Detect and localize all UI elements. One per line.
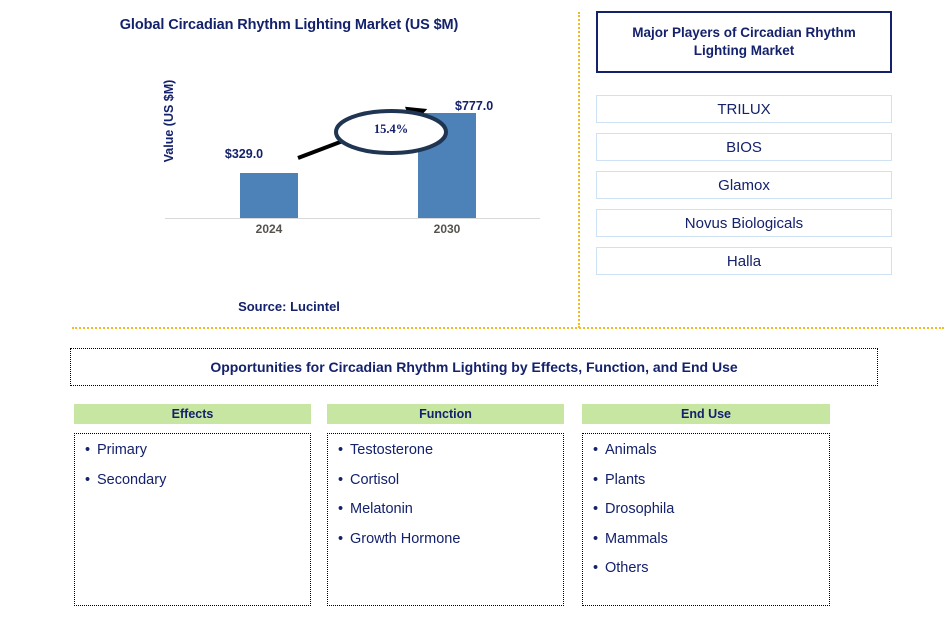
major-players-panel: Major Players of Circadian Rhythm Lighti… xyxy=(596,11,892,275)
bullet-icon: • xyxy=(593,471,599,488)
player-item-trilux[interactable]: TRILUX xyxy=(596,95,892,123)
opportunities-title: Opportunities for Circadian Rhythm Light… xyxy=(210,359,738,375)
player-label: Glamox xyxy=(718,176,770,194)
category-header-label: Effects xyxy=(171,407,214,421)
category-header-effects: Effects xyxy=(74,404,311,424)
player-label: Halla xyxy=(726,252,762,270)
list-item: • Cortisol xyxy=(338,471,563,488)
bullet-icon: • xyxy=(338,530,344,547)
list-item: • Secondary xyxy=(85,471,310,488)
list-item: • Others xyxy=(593,561,829,576)
cagr-callout-graphic xyxy=(297,106,448,160)
list-item-label: Animals xyxy=(605,442,657,458)
bullet-icon: • xyxy=(593,501,599,517)
list-item: • Growth Hormone xyxy=(338,530,563,547)
top-section: Global Circadian Rhythm Lighting Market … xyxy=(0,0,948,328)
chart-title: Global Circadian Rhythm Lighting Market … xyxy=(119,17,459,33)
list-item-label: Plants xyxy=(605,471,646,488)
bar-chart-plot-area: Value (US $M) $329.0 $777.0 2024 2030 15… xyxy=(150,80,550,240)
chart-panel: Global Circadian Rhythm Lighting Market … xyxy=(0,0,578,328)
list-item: • Melatonin xyxy=(338,502,563,517)
player-label: Novus Biologicals xyxy=(684,214,804,232)
list-item-label: Cortisol xyxy=(350,471,400,488)
bullet-icon: • xyxy=(593,530,599,547)
list-item: • Testosterone xyxy=(338,443,563,458)
bullet-icon: • xyxy=(338,501,344,517)
player-label: BIOS xyxy=(726,138,762,156)
bullet-icon: • xyxy=(85,471,91,488)
major-players-header: Major Players of Circadian Rhythm Lighti… xyxy=(596,11,892,73)
list-item-label: Others xyxy=(605,560,649,576)
player-item-glamox[interactable]: Glamox xyxy=(596,171,892,199)
list-item-label: Growth Hormone xyxy=(350,530,461,547)
source-label: Source: Lucintel xyxy=(238,299,340,314)
list-item: • Primary xyxy=(85,443,310,458)
player-item-novus-biologicals[interactable]: Novus Biologicals xyxy=(596,209,892,237)
category-header-end-use: End Use xyxy=(582,404,830,424)
list-item-label: Secondary xyxy=(97,471,167,488)
bullet-icon: • xyxy=(338,471,344,488)
list-item: • Plants xyxy=(593,471,829,488)
cagr-value-label: 15.4% xyxy=(373,122,409,136)
bullet-icon: • xyxy=(593,442,599,458)
list-item-label: Testosterone xyxy=(350,442,434,458)
category-box-function: • Testosterone • Cortisol • Melatonin • Grow… xyxy=(327,433,564,606)
bullet-icon: • xyxy=(338,442,344,458)
bullet-icon: • xyxy=(85,442,91,458)
list-item-label: Primary xyxy=(97,442,147,458)
horizontal-divider xyxy=(72,327,944,329)
vertical-divider xyxy=(578,12,580,328)
category-header-function: Function xyxy=(327,404,564,424)
list-item-label: Melatonin xyxy=(350,501,413,517)
list-item-label: Mammals xyxy=(605,530,668,547)
category-header-label: Function xyxy=(419,407,472,421)
category-header-label: End Use xyxy=(680,407,731,421)
category-box-end-use: • Animals • Plants • Drosophila • Mammals • O… xyxy=(582,433,830,606)
list-item: • Mammals xyxy=(593,530,829,547)
player-item-halla[interactable]: Halla xyxy=(596,247,892,275)
bullet-icon: • xyxy=(593,560,599,576)
player-item-bios[interactable]: BIOS xyxy=(596,133,892,161)
player-label: TRILUX xyxy=(717,100,771,118)
category-box-effects: • Primary • Secondary xyxy=(74,433,311,606)
list-item: • Animals xyxy=(593,443,829,458)
opportunities-title-box: Opportunities for Circadian Rhythm Light… xyxy=(70,348,878,386)
list-item-label: Drosophila xyxy=(605,501,675,517)
list-item: • Drosophila xyxy=(593,502,829,517)
